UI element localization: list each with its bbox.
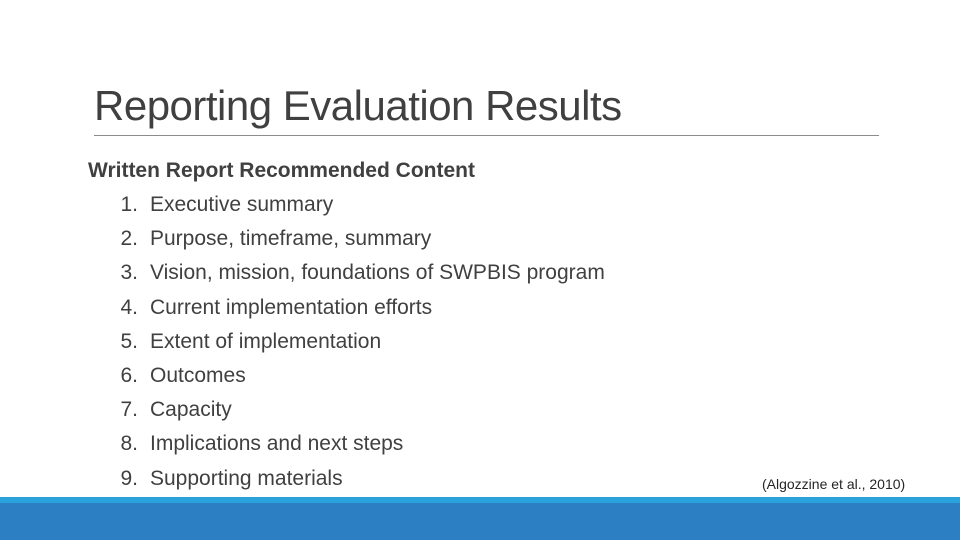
list-item-text: Implications and next steps xyxy=(150,432,404,456)
list-item-text: Extent of implementation xyxy=(150,329,382,353)
list-item-text: Capacity xyxy=(150,398,232,422)
list-item: 1. Executive summary xyxy=(88,188,605,222)
list-item: 2. Purpose, timeframe, summary xyxy=(88,222,605,256)
slide: Reporting Evaluation Results Written Rep… xyxy=(0,0,960,540)
list-item: 7. Capacity xyxy=(88,393,605,427)
list-item-text: Current implementation efforts xyxy=(150,295,433,319)
list-item-number: 7. xyxy=(120,398,138,422)
recommended-content-list: 1. Executive summary 2. Purpose, timefra… xyxy=(88,188,605,496)
content-heading: Written Report Recommended Content xyxy=(88,159,475,182)
list-item-number: 8. xyxy=(120,432,138,456)
title-divider xyxy=(94,135,879,136)
list-item-number: 9. xyxy=(120,466,138,490)
list-item-number: 1. xyxy=(120,193,138,216)
footer-bar xyxy=(0,497,960,540)
list-item-number: 4. xyxy=(120,295,138,319)
list-item: 4. Current implementation efforts xyxy=(88,291,605,325)
list-item-number: 2. xyxy=(120,227,138,251)
list-item-text: Supporting materials xyxy=(150,466,343,490)
list-item-text: Outcomes xyxy=(150,364,246,388)
list-item: 5. Extent of implementation xyxy=(88,325,605,359)
list-item: 3. Vision, mission, foundations of SWPBI… xyxy=(88,256,605,290)
list-item-number: 3. xyxy=(120,261,138,285)
list-item-number: 6. xyxy=(120,364,138,388)
list-item-text: Purpose, timeframe, summary xyxy=(150,227,432,251)
list-item-text: Executive summary xyxy=(150,193,334,216)
citation: (Algozzine et al., 2010) xyxy=(762,476,906,492)
slide-body: Written Report Recommended Content 1. Ex… xyxy=(88,154,605,496)
list-item: 8. Implications and next steps xyxy=(88,427,605,461)
list-item-text: Vision, mission, foundations of SWPBIS p… xyxy=(150,261,605,285)
list-item-number: 5. xyxy=(120,329,138,353)
list-item: 6. Outcomes xyxy=(88,359,605,393)
list-item: 9. Supporting materials xyxy=(88,462,605,496)
slide-title: Reporting Evaluation Results xyxy=(94,82,622,129)
footer-accent-strip xyxy=(0,497,960,503)
